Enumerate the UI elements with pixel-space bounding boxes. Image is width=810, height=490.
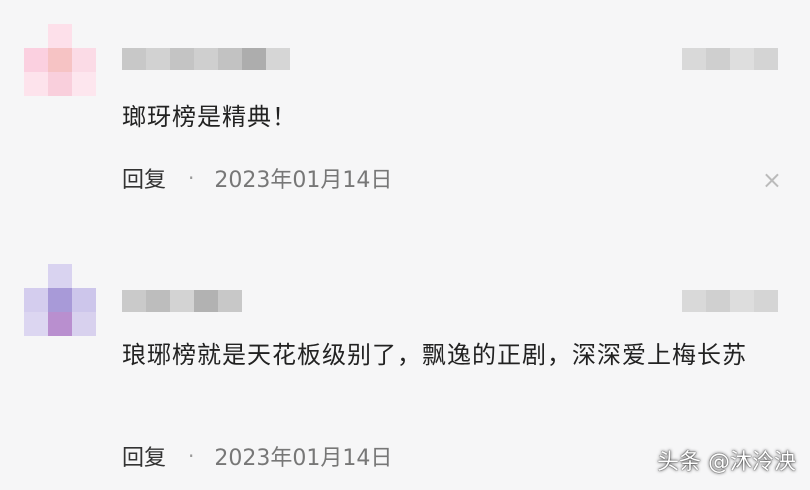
comment-text: 瑯玡榜是精典！: [122, 103, 297, 131]
like-area-blurred[interactable]: [682, 290, 778, 312]
separator-dot: ·: [188, 166, 195, 190]
separator-dot: ·: [188, 444, 195, 468]
like-area-blurred[interactable]: [682, 48, 778, 70]
comment-item: 瑯玡榜是精典！ 回复 · 2023年01月14日 ×: [0, 0, 810, 246]
avatar[interactable]: [24, 24, 96, 96]
comment-meta: 回复 · 2023年01月14日: [122, 160, 392, 196]
comment-meta: 回复 · 2023年01月14日: [122, 438, 392, 474]
username-blurred[interactable]: [122, 48, 290, 70]
reply-button[interactable]: 回复: [122, 162, 166, 194]
close-icon[interactable]: ×: [762, 166, 782, 194]
watermark: 头条 @沐泠泱: [657, 450, 796, 475]
username-blurred[interactable]: [122, 290, 242, 312]
comment-date: 2023年01月14日: [214, 446, 393, 471]
comment-date: 2023年01月14日: [214, 168, 393, 193]
reply-button[interactable]: 回复: [122, 440, 166, 472]
avatar[interactable]: [24, 264, 96, 336]
comment-text: 琅琊榜就是天花板级别了，飘逸的正剧，深深爱上梅长苏: [122, 341, 747, 369]
